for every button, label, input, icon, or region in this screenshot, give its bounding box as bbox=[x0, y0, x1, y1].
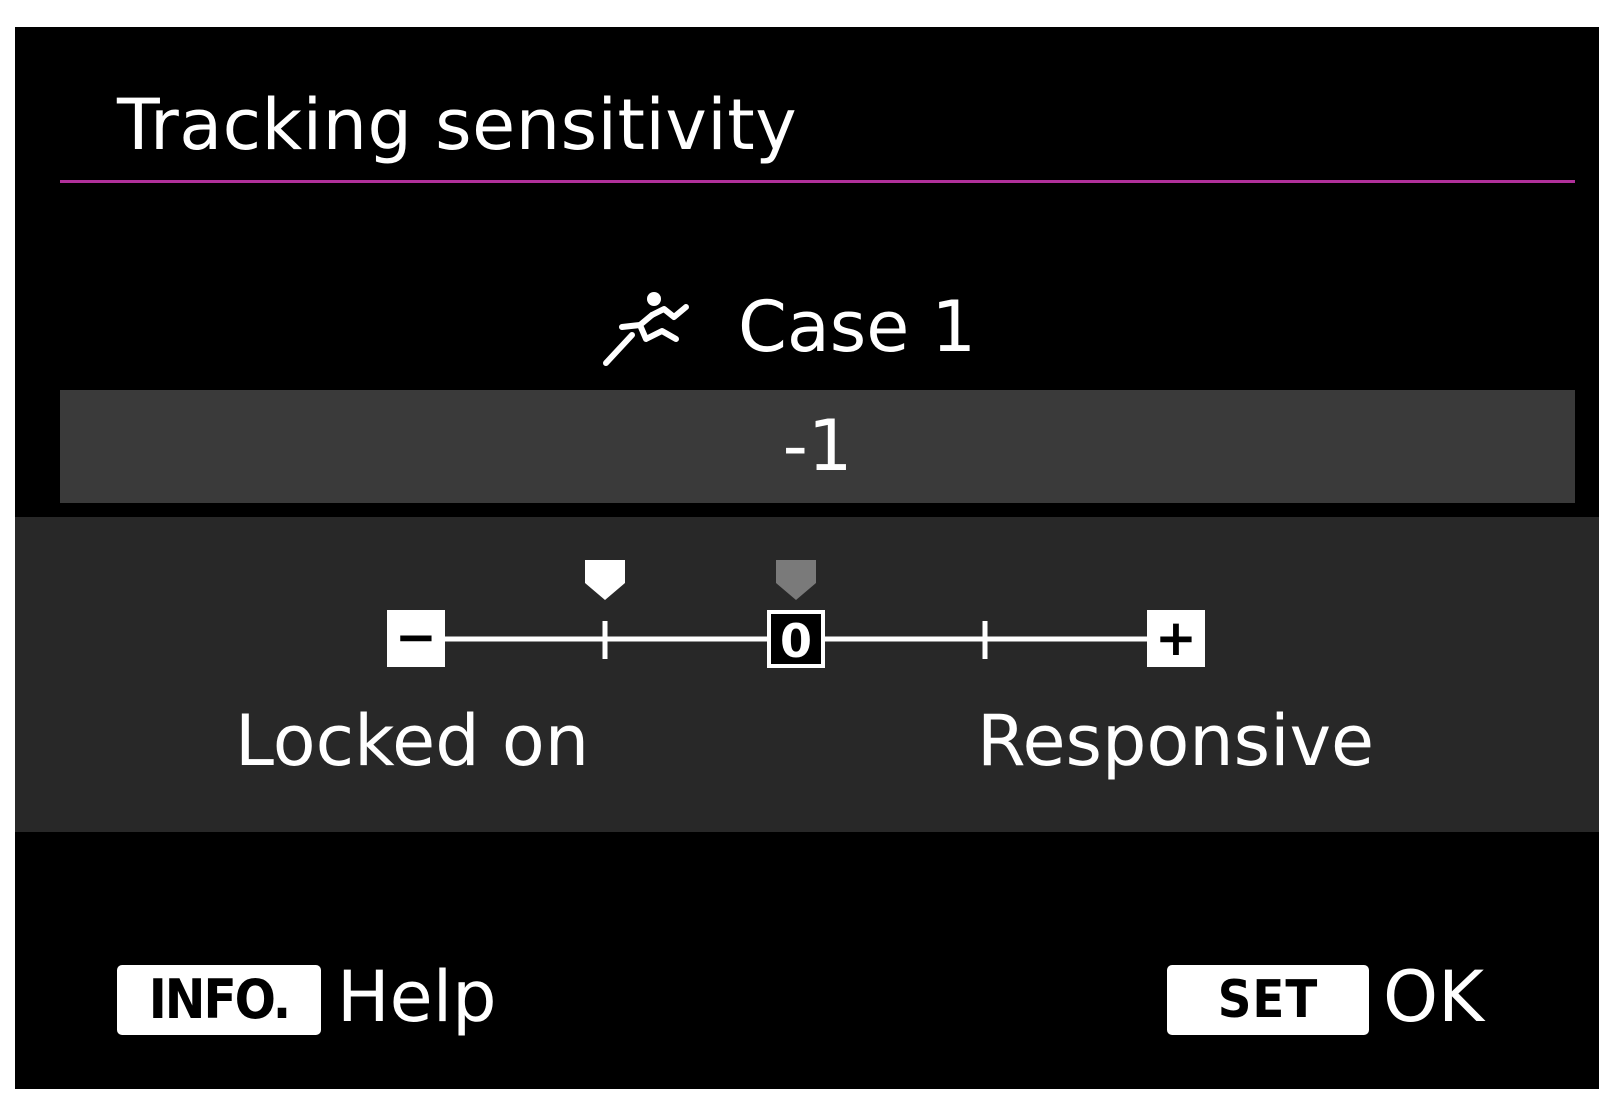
ok-label: OK bbox=[1383, 956, 1485, 1038]
camera-menu-screen: Tracking sensitivity Case 1 -1 − 0 + Loc… bbox=[15, 27, 1599, 1089]
help-label: Help bbox=[337, 956, 497, 1038]
sensitivity-scale-panel: − 0 + Locked on Responsive bbox=[15, 517, 1599, 832]
case-label: Case 1 bbox=[738, 286, 977, 368]
set-button-badge[interactable]: SET bbox=[1167, 965, 1369, 1035]
footer-bar: INFO. Help SET OK bbox=[15, 937, 1599, 1047]
title-divider bbox=[60, 180, 1575, 183]
scale-minus-label: − bbox=[395, 608, 437, 666]
scale-plus-label: + bbox=[1155, 609, 1197, 667]
responsive-label: Responsive bbox=[977, 700, 1375, 782]
case-row: Case 1 bbox=[15, 267, 1599, 377]
selected-value: -1 bbox=[782, 405, 853, 487]
scale-center-label: 0 bbox=[780, 614, 812, 668]
scale-plus-end: + bbox=[1147, 609, 1205, 667]
page-title: Tracking sensitivity bbox=[117, 84, 798, 166]
scale-center-box: 0 bbox=[767, 610, 825, 668]
locked-on-label: Locked on bbox=[235, 700, 590, 782]
scale-minus-end: − bbox=[387, 608, 445, 667]
current-value-marker bbox=[585, 560, 625, 600]
selected-value-band[interactable]: -1 bbox=[60, 390, 1575, 503]
sports-runner-icon bbox=[603, 292, 689, 366]
info-button-badge[interactable]: INFO. bbox=[117, 965, 321, 1035]
default-value-marker bbox=[776, 560, 816, 600]
